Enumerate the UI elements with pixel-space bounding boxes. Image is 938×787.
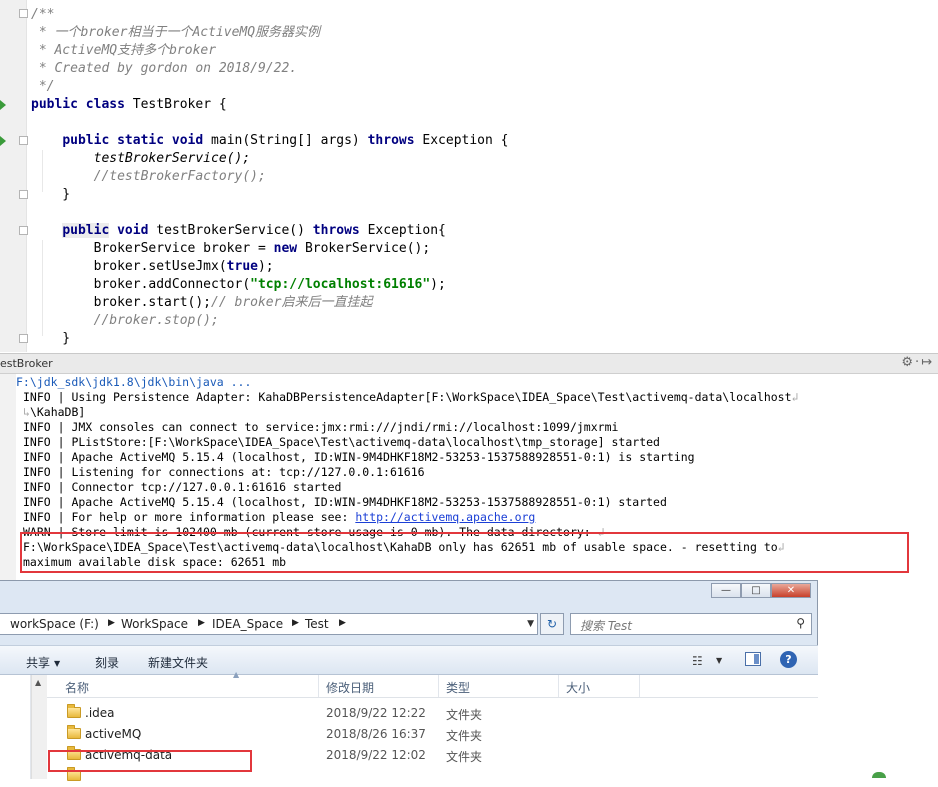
column-header-row: ▲ 名称 修改日期 类型 大小: [47, 670, 818, 698]
fold-toggle-icon[interactable]: [19, 9, 28, 18]
breadcrumb-workspace[interactable]: WorkSpace: [121, 617, 188, 631]
refresh-icon: ↻: [546, 617, 558, 631]
address-bar[interactable]: workSpace (F:) ▶ WorkSpace ▶ IDEA_Space …: [0, 613, 538, 635]
file-row-activemq[interactable]: activeMQ 2018/8/26 16:37 文件夹: [47, 724, 818, 745]
breadcrumb-arrow-icon[interactable]: ▶: [198, 618, 205, 628]
code-line-main-decl: public static void main(String[] args) t…: [62, 133, 509, 148]
chevron-down-icon[interactable]: ▼: [716, 656, 722, 665]
column-divider[interactable]: [438, 675, 439, 697]
console-line: INFO | Using Persistence Adapter: KahaDB…: [23, 390, 799, 404]
close-button[interactable]: ✕: [771, 583, 811, 598]
scroll-up-icon[interactable]: ▲: [35, 678, 41, 687]
code-line: broker.start();// broker启来后一直挂起: [31, 295, 373, 310]
refresh-button[interactable]: ↻: [540, 613, 564, 635]
red-highlight-box: [20, 532, 909, 573]
console-line: INFO | Apache ActiveMQ 5.15.4 (localhost…: [23, 495, 667, 509]
maximize-button[interactable]: □: [741, 583, 771, 598]
background-area: [818, 580, 938, 778]
breadcrumb-arrow-icon[interactable]: ▶: [339, 618, 346, 628]
folder-icon: [67, 704, 81, 718]
code-line: */: [31, 79, 55, 94]
file-modified: 2018/8/26 16:37: [326, 727, 426, 741]
fold-toggle-icon[interactable]: [19, 136, 28, 145]
console-line: INFO | JMX consoles can connect to servi…: [23, 420, 619, 434]
console-line: INFO | Listening for connections at: tcp…: [23, 465, 425, 479]
burn-button[interactable]: 刻录: [95, 654, 119, 671]
console-line: INFO | PListStore:[F:\WorkSpace\IDEA_Spa…: [23, 435, 660, 449]
code-line: }: [31, 187, 71, 202]
code-line: * 一个broker相当于一个ActiveMQ服务器实例: [31, 25, 321, 40]
console-line: INFO | Connector tcp://127.0.0.1:61616 s…: [23, 480, 342, 494]
code-line: //broker.stop();: [31, 313, 219, 328]
search-icon[interactable]: ⚲: [796, 616, 805, 630]
breadcrumb-idea-space[interactable]: IDEA_Space: [212, 617, 283, 631]
breadcrumb-drive[interactable]: workSpace (F:): [10, 617, 99, 631]
code-line: BrokerService broker = new BrokerService…: [31, 241, 431, 256]
column-divider[interactable]: [639, 675, 640, 697]
chevron-down-icon: ▼: [54, 659, 61, 668]
navigation-pane[interactable]: [0, 675, 31, 779]
file-type: 文件夹: [446, 729, 483, 743]
sort-ascending-icon: ▲: [233, 670, 240, 679]
console-line: INFO | Apache ActiveMQ 5.15.4 (localhost…: [23, 450, 695, 464]
column-header-type[interactable]: 类型: [446, 679, 470, 696]
editor-gutter: [0, 0, 27, 352]
column-divider[interactable]: [558, 675, 559, 697]
fold-toggle-icon[interactable]: [19, 226, 28, 235]
column-header-modified[interactable]: 修改日期: [326, 679, 374, 696]
code-line: testBrokerService();: [31, 151, 251, 166]
console-line: ↳\KahaDB]: [23, 405, 86, 419]
activemq-help-link[interactable]: http://activemq.apache.org: [355, 510, 535, 524]
code-line: broker.setUseJmx(true);: [31, 259, 274, 274]
code-editor[interactable]: /** * 一个broker相当于一个ActiveMQ服务器实例 * Activ…: [0, 0, 938, 352]
new-folder-button[interactable]: 新建文件夹: [148, 654, 208, 671]
file-name: .idea: [85, 706, 115, 720]
file-type: 文件夹: [446, 750, 483, 764]
code-line: }: [31, 331, 71, 346]
minimize-button[interactable]: —: [711, 583, 741, 598]
run-main-icon[interactable]: [0, 136, 6, 146]
column-header-name[interactable]: 名称: [65, 679, 89, 696]
code-line: /**: [31, 7, 55, 22]
console-line: F:\jdk_sdk\jdk1.8\jdk\bin\java ...: [16, 375, 252, 389]
search-placeholder: 搜索 Test: [580, 619, 633, 633]
command-bar: 共享 ▼ 刻录 新建文件夹 ☷ ▼ ?: [0, 645, 818, 675]
status-indicator-icon: [872, 772, 886, 778]
settings-gear-icon[interactable]: ⚙·↦: [901, 355, 934, 370]
file-row-idea[interactable]: .idea 2018/9/22 12:22 文件夹: [47, 703, 818, 724]
navigation-scrollbar[interactable]: ▲: [31, 675, 47, 779]
code-line: //testBrokerFactory();: [31, 169, 266, 184]
breadcrumb-test[interactable]: Test: [305, 617, 329, 631]
file-explorer-window: — □ ✕ workSpace (F:) ▶ WorkSpace ▶ IDEA_…: [0, 580, 818, 781]
view-options-icon[interactable]: ☷: [692, 654, 703, 668]
file-name: activeMQ: [85, 727, 142, 741]
run-class-icon[interactable]: [0, 100, 6, 110]
fold-toggle-icon[interactable]: [19, 334, 28, 343]
code-line-class-decl: public class TestBroker {: [31, 97, 227, 112]
file-modified: 2018/9/22 12:22: [326, 706, 426, 720]
file-modified: 2018/9/22 12:02: [326, 748, 426, 762]
fold-toggle-icon[interactable]: [19, 190, 28, 199]
code-line: broker.addConnector("tcp://localhost:616…: [31, 277, 446, 292]
run-tab-title[interactable]: estBroker: [0, 357, 53, 370]
address-history-dropdown-icon[interactable]: ▼: [527, 619, 534, 629]
preview-pane-icon[interactable]: [745, 652, 761, 666]
column-divider[interactable]: [318, 675, 319, 697]
red-highlight-box: [48, 750, 252, 772]
column-header-size[interactable]: 大小: [566, 679, 590, 696]
code-line: * ActiveMQ支持多个broker: [31, 43, 217, 58]
soft-wrap-icon: ↲: [791, 390, 799, 404]
search-input[interactable]: 搜索 Test ⚲: [570, 613, 812, 635]
help-icon[interactable]: ?: [780, 651, 797, 668]
code-line-method-decl: public void testBrokerService() throws E…: [62, 223, 446, 238]
breadcrumb-arrow-icon[interactable]: ▶: [108, 618, 115, 628]
file-type: 文件夹: [446, 708, 483, 722]
share-menu-button[interactable]: 共享 ▼: [26, 654, 60, 671]
folder-icon: [67, 725, 81, 739]
code-line: * Created by gordon on 2018/9/22.: [31, 61, 298, 76]
soft-wrap-icon: ↳: [23, 405, 30, 419]
console-line: INFO | For help or more information plea…: [23, 510, 536, 524]
run-tool-window-header: estBroker ⚙·↦: [0, 353, 938, 374]
breadcrumb-arrow-icon[interactable]: ▶: [292, 618, 299, 628]
